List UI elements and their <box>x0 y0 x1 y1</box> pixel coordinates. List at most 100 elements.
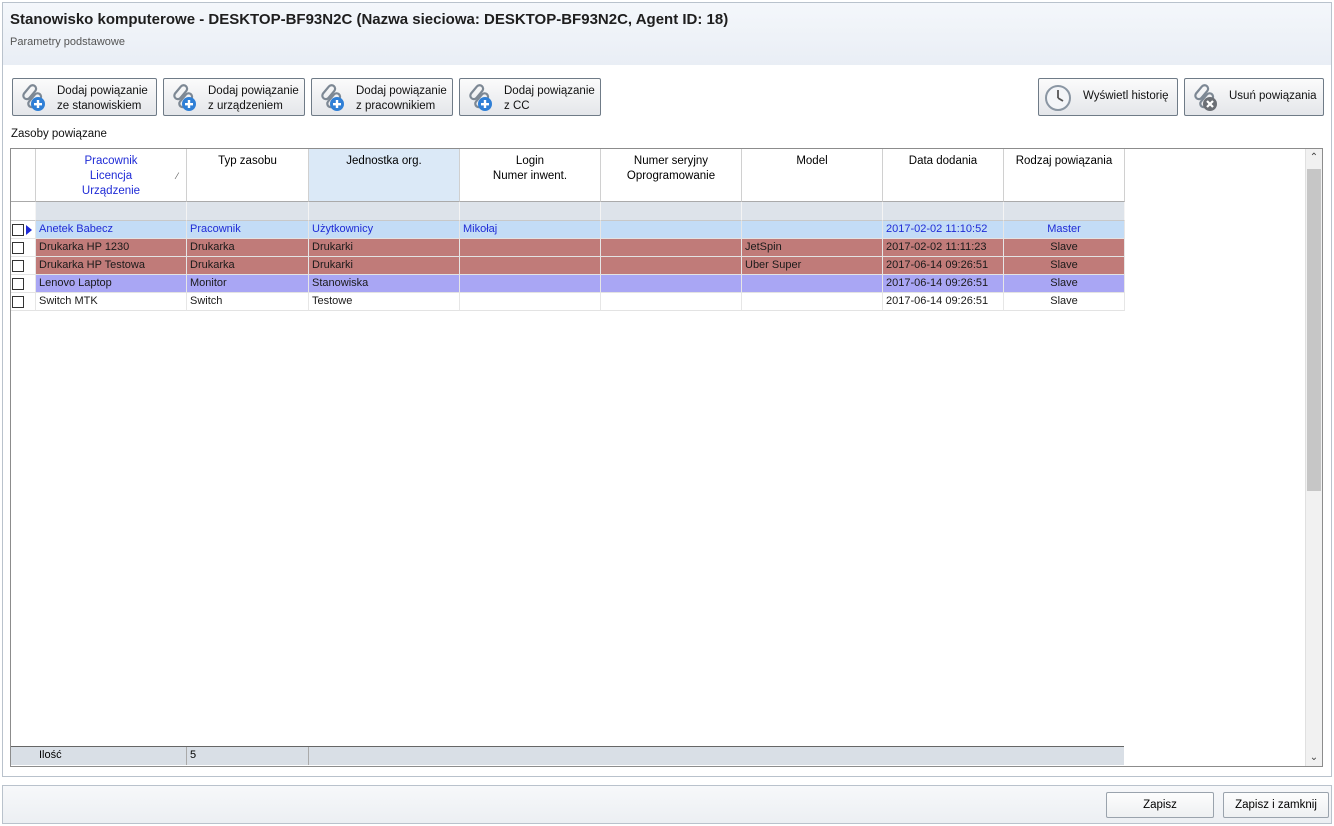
cell-relation[interactable]: Slave <box>1004 275 1125 293</box>
row-indicator <box>11 293 36 311</box>
filter-org[interactable] <box>309 202 460 221</box>
add-link-device-line1: Dodaj powiązanie <box>208 85 299 97</box>
header-serial-line1: Numer seryjny <box>633 155 709 167</box>
cell-name[interactable]: Switch MTK <box>36 293 187 311</box>
add-link-cc-button[interactable]: Dodaj powiązanie z CC <box>459 78 601 116</box>
row-checkbox[interactable] <box>12 242 24 254</box>
cell-relation[interactable]: Slave <box>1004 293 1125 311</box>
cell-type[interactable]: Pracownik <box>187 221 309 239</box>
cell-org[interactable]: Testowe <box>309 293 460 311</box>
cell-date[interactable]: 2017-02-02 11:10:52 <box>883 221 1004 239</box>
row-checkbox[interactable] <box>12 224 24 236</box>
row-checkbox[interactable] <box>12 296 24 308</box>
cell-login[interactable] <box>460 293 601 311</box>
cell-model[interactable] <box>742 293 883 311</box>
filter-name[interactable] <box>36 202 187 221</box>
add-link-device-button[interactable]: Dodaj powiązanie z urządzeniem <box>163 78 305 116</box>
vertical-scrollbar[interactable]: ⌃ ⌄ <box>1305 149 1322 766</box>
cell-serial[interactable] <box>601 257 742 275</box>
cell-date[interactable]: 2017-06-14 09:26:51 <box>883 275 1004 293</box>
header-serial-line2: Oprogramowanie <box>626 170 716 182</box>
cell-relation[interactable]: Slave <box>1004 257 1125 275</box>
cell-serial[interactable] <box>601 275 742 293</box>
cell-model[interactable] <box>742 221 883 239</box>
filter-login[interactable] <box>460 202 601 221</box>
cell-type[interactable]: Switch <box>187 293 309 311</box>
table-row[interactable]: Drukarka HP 1230 Drukarka Drukarki JetSpin 2… <box>11 239 1125 257</box>
table-row[interactable]: Drukarka HP Testowa Drukarka Drukarki Uber … <box>11 257 1125 275</box>
cell-date[interactable]: 2017-02-02 11:11:23 <box>883 239 1004 257</box>
header-type-label: Typ zasobu <box>218 155 277 167</box>
filter-row-indicator <box>11 202 36 221</box>
header-serial[interactable]: Numer seryjny Oprogramowanie <box>601 149 742 202</box>
filter-serial[interactable] <box>601 202 742 221</box>
cell-relation[interactable]: Master <box>1004 221 1125 239</box>
grid-summary: Ilość 5 <box>11 746 1124 765</box>
row-checkbox[interactable] <box>12 260 24 272</box>
row-checkbox[interactable] <box>12 278 24 290</box>
cell-org[interactable]: Stanowiska <box>309 275 460 293</box>
cell-name[interactable]: Drukarka HP 1230 <box>36 239 187 257</box>
cell-serial[interactable] <box>601 239 742 257</box>
scroll-up-icon[interactable]: ⌃ <box>1306 149 1322 166</box>
scroll-down-icon[interactable]: ⌄ <box>1306 749 1322 766</box>
cell-model[interactable]: JetSpin <box>742 239 883 257</box>
linked-resources-grid: Pracownik Licencja Urządzenie ⁄ Typ zaso… <box>10 148 1323 767</box>
link-add-icon <box>22 84 45 111</box>
header-model[interactable]: Model <box>742 149 883 202</box>
cell-type[interactable]: Monitor <box>187 275 309 293</box>
header-org[interactable]: Jednostka org. <box>309 149 460 202</box>
bottom-bar: Zapisz Zapisz i zamknij <box>2 785 1332 824</box>
header-relation[interactable]: Rodzaj powiązania <box>1004 149 1125 202</box>
cell-org[interactable]: Użytkownicy <box>309 221 460 239</box>
cell-serial[interactable] <box>601 221 742 239</box>
filter-model[interactable] <box>742 202 883 221</box>
show-history-label: Wyświetl historię <box>1083 90 1169 102</box>
cell-org[interactable]: Drukarki <box>309 257 460 275</box>
filter-type[interactable] <box>187 202 309 221</box>
scroll-thumb[interactable] <box>1307 169 1321 491</box>
cell-type[interactable]: Drukarka <box>187 239 309 257</box>
cell-date[interactable]: 2017-06-14 09:26:51 <box>883 257 1004 275</box>
cell-serial[interactable] <box>601 293 742 311</box>
add-link-workstation-line1: Dodaj powiązanie <box>57 85 148 97</box>
save-button[interactable]: Zapisz <box>1106 792 1214 818</box>
cell-name[interactable]: Lenovo Laptop <box>36 275 187 293</box>
header-relation-label: Rodzaj powiązania <box>1015 155 1113 167</box>
cell-model[interactable]: Uber Super <box>742 257 883 275</box>
remove-links-button[interactable]: Usuń powiązania <box>1184 78 1324 116</box>
filter-relation[interactable] <box>1004 202 1125 221</box>
save-close-button[interactable]: Zapisz i zamknij <box>1223 792 1329 818</box>
header-name[interactable]: Pracownik Licencja Urządzenie ⁄ <box>36 149 187 202</box>
add-link-employee-button[interactable]: Dodaj powiązanie z pracownikiem <box>311 78 453 116</box>
cell-login[interactable] <box>460 239 601 257</box>
cell-type[interactable]: Drukarka <box>187 257 309 275</box>
cell-model[interactable] <box>742 275 883 293</box>
filter-date[interactable] <box>883 202 1004 221</box>
row-indicator <box>11 239 36 257</box>
cell-org[interactable]: Drukarki <box>309 239 460 257</box>
add-link-workstation-button[interactable]: Dodaj powiązanie ze stanowiskiem <box>12 78 157 116</box>
show-history-button[interactable]: Wyświetl historię <box>1038 78 1178 116</box>
link-remove-icon <box>1194 84 1217 111</box>
link-add-icon <box>173 84 196 111</box>
cell-date[interactable]: 2017-06-14 09:26:51 <box>883 293 1004 311</box>
header-type[interactable]: Typ zasobu <box>187 149 309 202</box>
table-row[interactable]: Switch MTK Switch Testowe 2017-06-14 09:26:… <box>11 293 1125 311</box>
header-login[interactable]: Login Numer inwent. <box>460 149 601 202</box>
cell-login[interactable]: Mikołaj <box>460 221 601 239</box>
link-add-icon <box>469 84 492 111</box>
table-row[interactable]: Anetek Babecz Pracownik Użytkownicy Mikołaj… <box>11 221 1125 239</box>
header-date[interactable]: Data dodania <box>883 149 1004 202</box>
add-link-employee-line2: z pracownikiem <box>356 100 436 112</box>
cell-login[interactable] <box>460 275 601 293</box>
remove-links-label: Usuń powiązania <box>1229 90 1317 102</box>
cell-relation[interactable]: Slave <box>1004 239 1125 257</box>
table-row[interactable]: Lenovo Laptop Monitor Stanowiska 2017-06-14… <box>11 275 1125 293</box>
header: Stanowisko komputerowe - DESKTOP-BF93N2C… <box>3 3 1331 65</box>
header-name-line2: Licencja <box>89 170 133 182</box>
cell-name[interactable]: Drukarka HP Testowa <box>36 257 187 275</box>
cell-name[interactable]: Anetek Babecz <box>36 221 187 239</box>
row-indicator <box>11 257 36 275</box>
cell-login[interactable] <box>460 257 601 275</box>
